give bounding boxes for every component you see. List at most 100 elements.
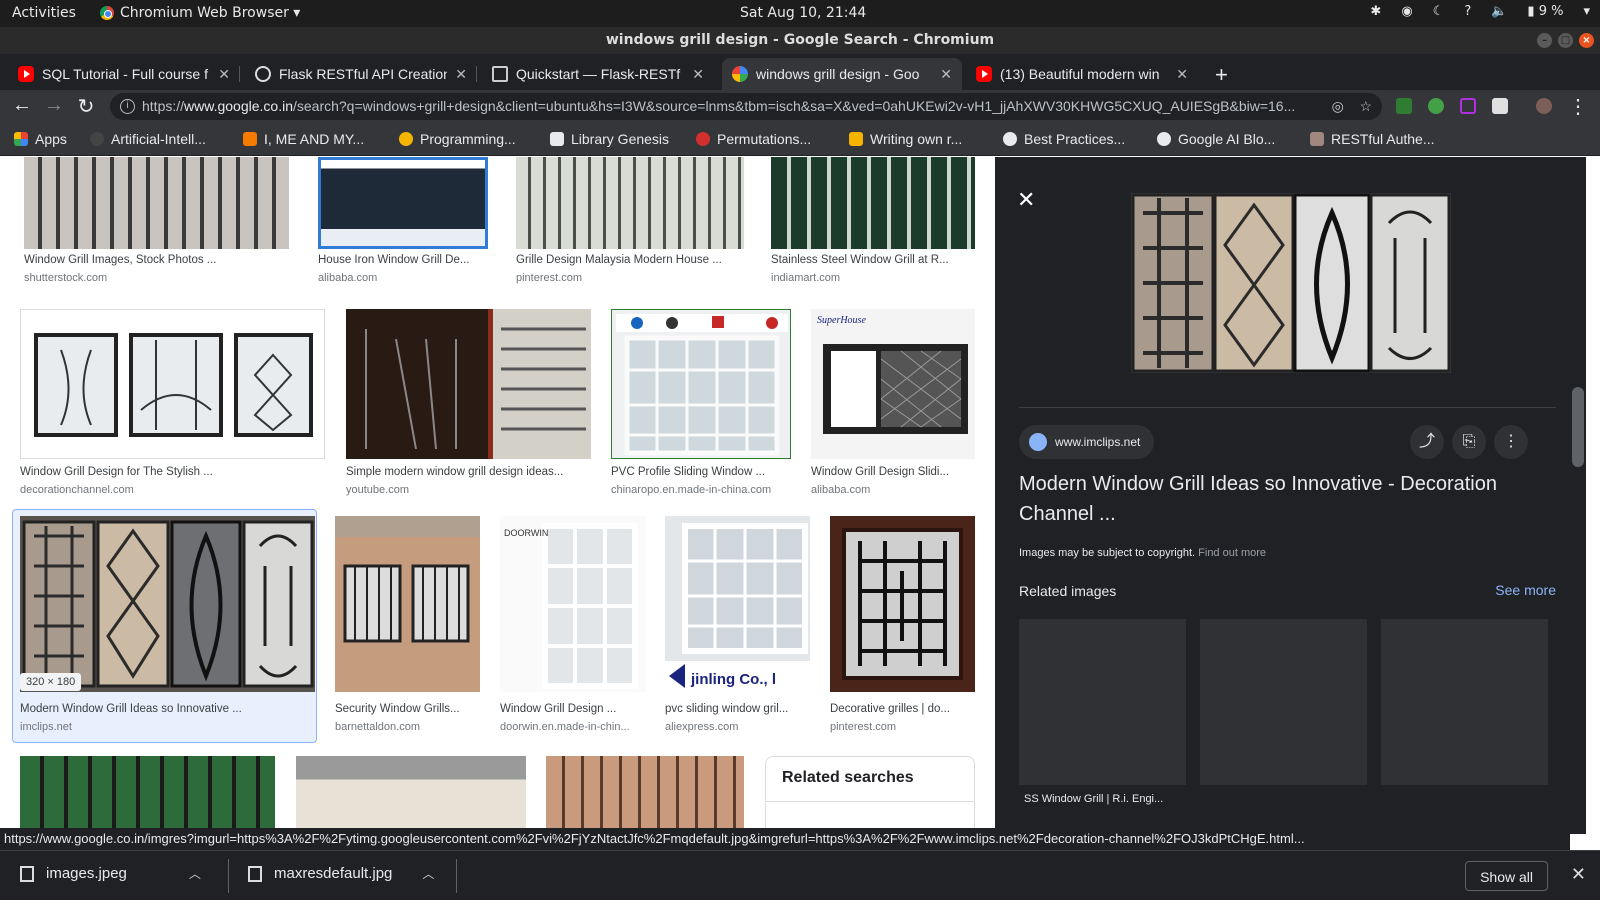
result-thumbnail[interactable] <box>20 309 325 459</box>
bookmark-library-genesis[interactable]: Library Genesis <box>550 131 669 147</box>
tab-quickstart[interactable]: Quickstart — Flask-RESTf ✕ <box>482 58 714 90</box>
app-menu[interactable]: Chromium Web Browser ▾ <box>100 5 300 21</box>
tab-flask-restful[interactable]: Flask RESTful API Creation ✕ <box>245 58 477 90</box>
bookmark-apps[interactable]: Apps <box>14 131 67 147</box>
result-caption[interactable]: Window Grill Design Slidi... <box>811 466 949 478</box>
find-out-more-link[interactable]: Find out more <box>1198 547 1266 559</box>
related-searches-card[interactable]: Related searches <box>765 756 975 834</box>
tab-windows-grill-design[interactable]: windows grill design - Goo ✕ <box>722 58 962 90</box>
result-source[interactable]: doorwin.en.made-in-chin... <box>500 721 630 733</box>
result-thumbnail[interactable] <box>318 157 488 249</box>
related-image-caption[interactable]: SS Window Grill | R.i. Engi... <box>1024 793 1163 805</box>
location-icon[interactable]: ◎ <box>1332 98 1344 114</box>
help-icon[interactable]: ? <box>1464 4 1471 19</box>
volume-icon[interactable]: 🔈 <box>1491 4 1507 19</box>
bookmark-i-me-and-my[interactable]: I, ME AND MY... <box>243 131 364 147</box>
result-caption[interactable]: Decorative grilles | do... <box>830 703 950 715</box>
close-icon[interactable]: ✕ <box>1571 864 1586 885</box>
extension-purple-icon[interactable] <box>1460 98 1476 114</box>
see-more-link[interactable]: See more <box>1495 582 1556 598</box>
chevron-up-icon[interactable]: ︿ <box>189 865 201 882</box>
close-icon[interactable]: ✕ <box>1017 187 1035 213</box>
result-source[interactable]: chinaropo.en.made-in-china.com <box>611 484 771 496</box>
result-caption[interactable]: Simple modern window grill design ideas.… <box>346 466 563 478</box>
result-source[interactable]: pinterest.com <box>516 272 582 284</box>
result-caption[interactable]: House Iron Window Grill De... <box>318 254 469 266</box>
result-thumbnail[interactable]: SuperHouse <box>811 309 975 459</box>
bookmark-restful-auth[interactable]: RESTful Authe... <box>1310 131 1435 147</box>
result-thumbnail[interactable]: jinling Co., l <box>665 516 810 692</box>
result-thumbnail[interactable] <box>771 157 975 249</box>
extension-puzzle-icon[interactable] <box>1492 98 1508 114</box>
network-icon[interactable]: ◉ <box>1401 4 1412 19</box>
vertical-scrollbar[interactable] <box>1570 157 1586 834</box>
reload-icon[interactable]: ↻ <box>74 94 98 119</box>
result-source[interactable]: imclips.net <box>20 721 72 733</box>
scrollbar-thumb[interactable] <box>1572 387 1584 467</box>
preview-title[interactable]: Modern Window Grill Ideas so Innovative … <box>1019 469 1559 529</box>
result-thumbnail[interactable] <box>830 516 975 692</box>
bluetooth-icon[interactable]: ✱ <box>1370 4 1381 19</box>
result-thumbnail[interactable] <box>546 756 744 834</box>
result-caption[interactable]: Stainless Steel Window Grill at R... <box>771 254 949 266</box>
result-thumbnail[interactable] <box>335 516 480 692</box>
bookmark-star-icon[interactable]: ☆ <box>1359 98 1372 114</box>
battery-status[interactable]: ▮ 9 % <box>1527 4 1563 19</box>
menu-arrow-icon[interactable]: ▾ <box>1583 4 1590 19</box>
forward-icon[interactable]: → <box>42 94 66 117</box>
result-thumbnail[interactable] <box>20 756 275 834</box>
tab-close-icon[interactable]: ✕ <box>940 66 952 83</box>
extension-s-icon[interactable] <box>1396 98 1412 114</box>
result-source[interactable]: barnettaldon.com <box>335 721 420 733</box>
result-source[interactable]: decorationchannel.com <box>20 484 134 496</box>
related-image-card[interactable] <box>1381 619 1548 785</box>
share-icon[interactable]: ⤴ <box>1410 425 1444 459</box>
info-icon[interactable]: i <box>120 99 135 114</box>
night-light-icon[interactable]: ☾ <box>1433 4 1445 19</box>
result-thumbnail[interactable] <box>296 756 526 834</box>
result-thumbnail[interactable] <box>611 309 791 459</box>
bookmark-icon[interactable]: ⎘ <box>1452 425 1486 459</box>
bookmark-google-ai-blog[interactable]: Google AI Blo... <box>1157 131 1275 147</box>
preview-image[interactable] <box>1131 193 1451 373</box>
result-source[interactable]: youtube.com <box>346 484 409 496</box>
result-source[interactable]: alibaba.com <box>811 484 870 496</box>
profile-avatar[interactable] <box>1536 98 1552 114</box>
system-tray[interactable]: ✱ ◉ ☾ ? 🔈 ▮ 9 % ▾ <box>1370 4 1590 19</box>
tab-beautiful-modern[interactable]: (13) Beautiful modern win ✕ <box>966 58 1198 90</box>
browser-menu-icon[interactable]: ⋮ <box>1566 94 1590 119</box>
maximize-button[interactable]: □ <box>1558 33 1573 48</box>
source-site-chip[interactable]: www.imclips.net <box>1019 425 1155 459</box>
result-source[interactable]: pinterest.com <box>830 721 896 733</box>
result-caption[interactable]: Window Grill Design for The Stylish ... <box>20 466 213 478</box>
download-item[interactable]: images.jpeg ︿ <box>20 865 201 882</box>
result-thumbnail[interactable] <box>346 309 591 459</box>
related-image-card[interactable] <box>1019 619 1186 785</box>
window-close-button[interactable]: × <box>1579 33 1594 48</box>
result-thumbnail[interactable] <box>20 516 315 692</box>
activities-button[interactable]: Activities <box>12 5 76 21</box>
result-thumbnail[interactable] <box>24 157 289 249</box>
bookmark-artificial-intelligence[interactable]: Artificial-Intell... <box>90 131 206 147</box>
result-caption[interactable]: Security Window Grills... <box>335 703 460 715</box>
tab-sql-tutorial[interactable]: SQL Tutorial - Full course f ✕ <box>8 58 240 90</box>
result-caption[interactable]: pvc sliding window gril... <box>665 703 788 715</box>
related-image-card[interactable] <box>1200 619 1367 785</box>
download-item[interactable]: maxresdefault.jpg ︿ <box>248 865 434 882</box>
tab-close-icon[interactable]: ✕ <box>218 66 230 83</box>
result-source[interactable]: indiamart.com <box>771 272 840 284</box>
result-source[interactable]: shutterstock.com <box>24 272 107 284</box>
chevron-up-icon[interactable]: ︿ <box>422 865 434 882</box>
tab-close-icon[interactable]: ✕ <box>692 66 704 83</box>
result-caption[interactable]: Window Grill Images, Stock Photos ... <box>24 254 216 266</box>
more-options-icon[interactable]: ⋮ <box>1494 425 1528 459</box>
show-all-button[interactable]: Show all <box>1465 861 1548 891</box>
result-caption[interactable]: Modern Window Grill Ideas so Innovative … <box>20 703 242 715</box>
result-caption[interactable]: Grille Design Malaysia Modern House ... <box>516 254 722 266</box>
minimize-button[interactable]: – <box>1537 33 1552 48</box>
back-icon[interactable]: ← <box>10 94 34 117</box>
extension-plus-icon[interactable] <box>1428 98 1444 114</box>
clock[interactable]: Sat Aug 10, 21:44 <box>740 5 866 21</box>
result-caption[interactable]: PVC Profile Sliding Window ... <box>611 466 765 478</box>
bookmark-programming[interactable]: Programming... <box>399 131 516 147</box>
